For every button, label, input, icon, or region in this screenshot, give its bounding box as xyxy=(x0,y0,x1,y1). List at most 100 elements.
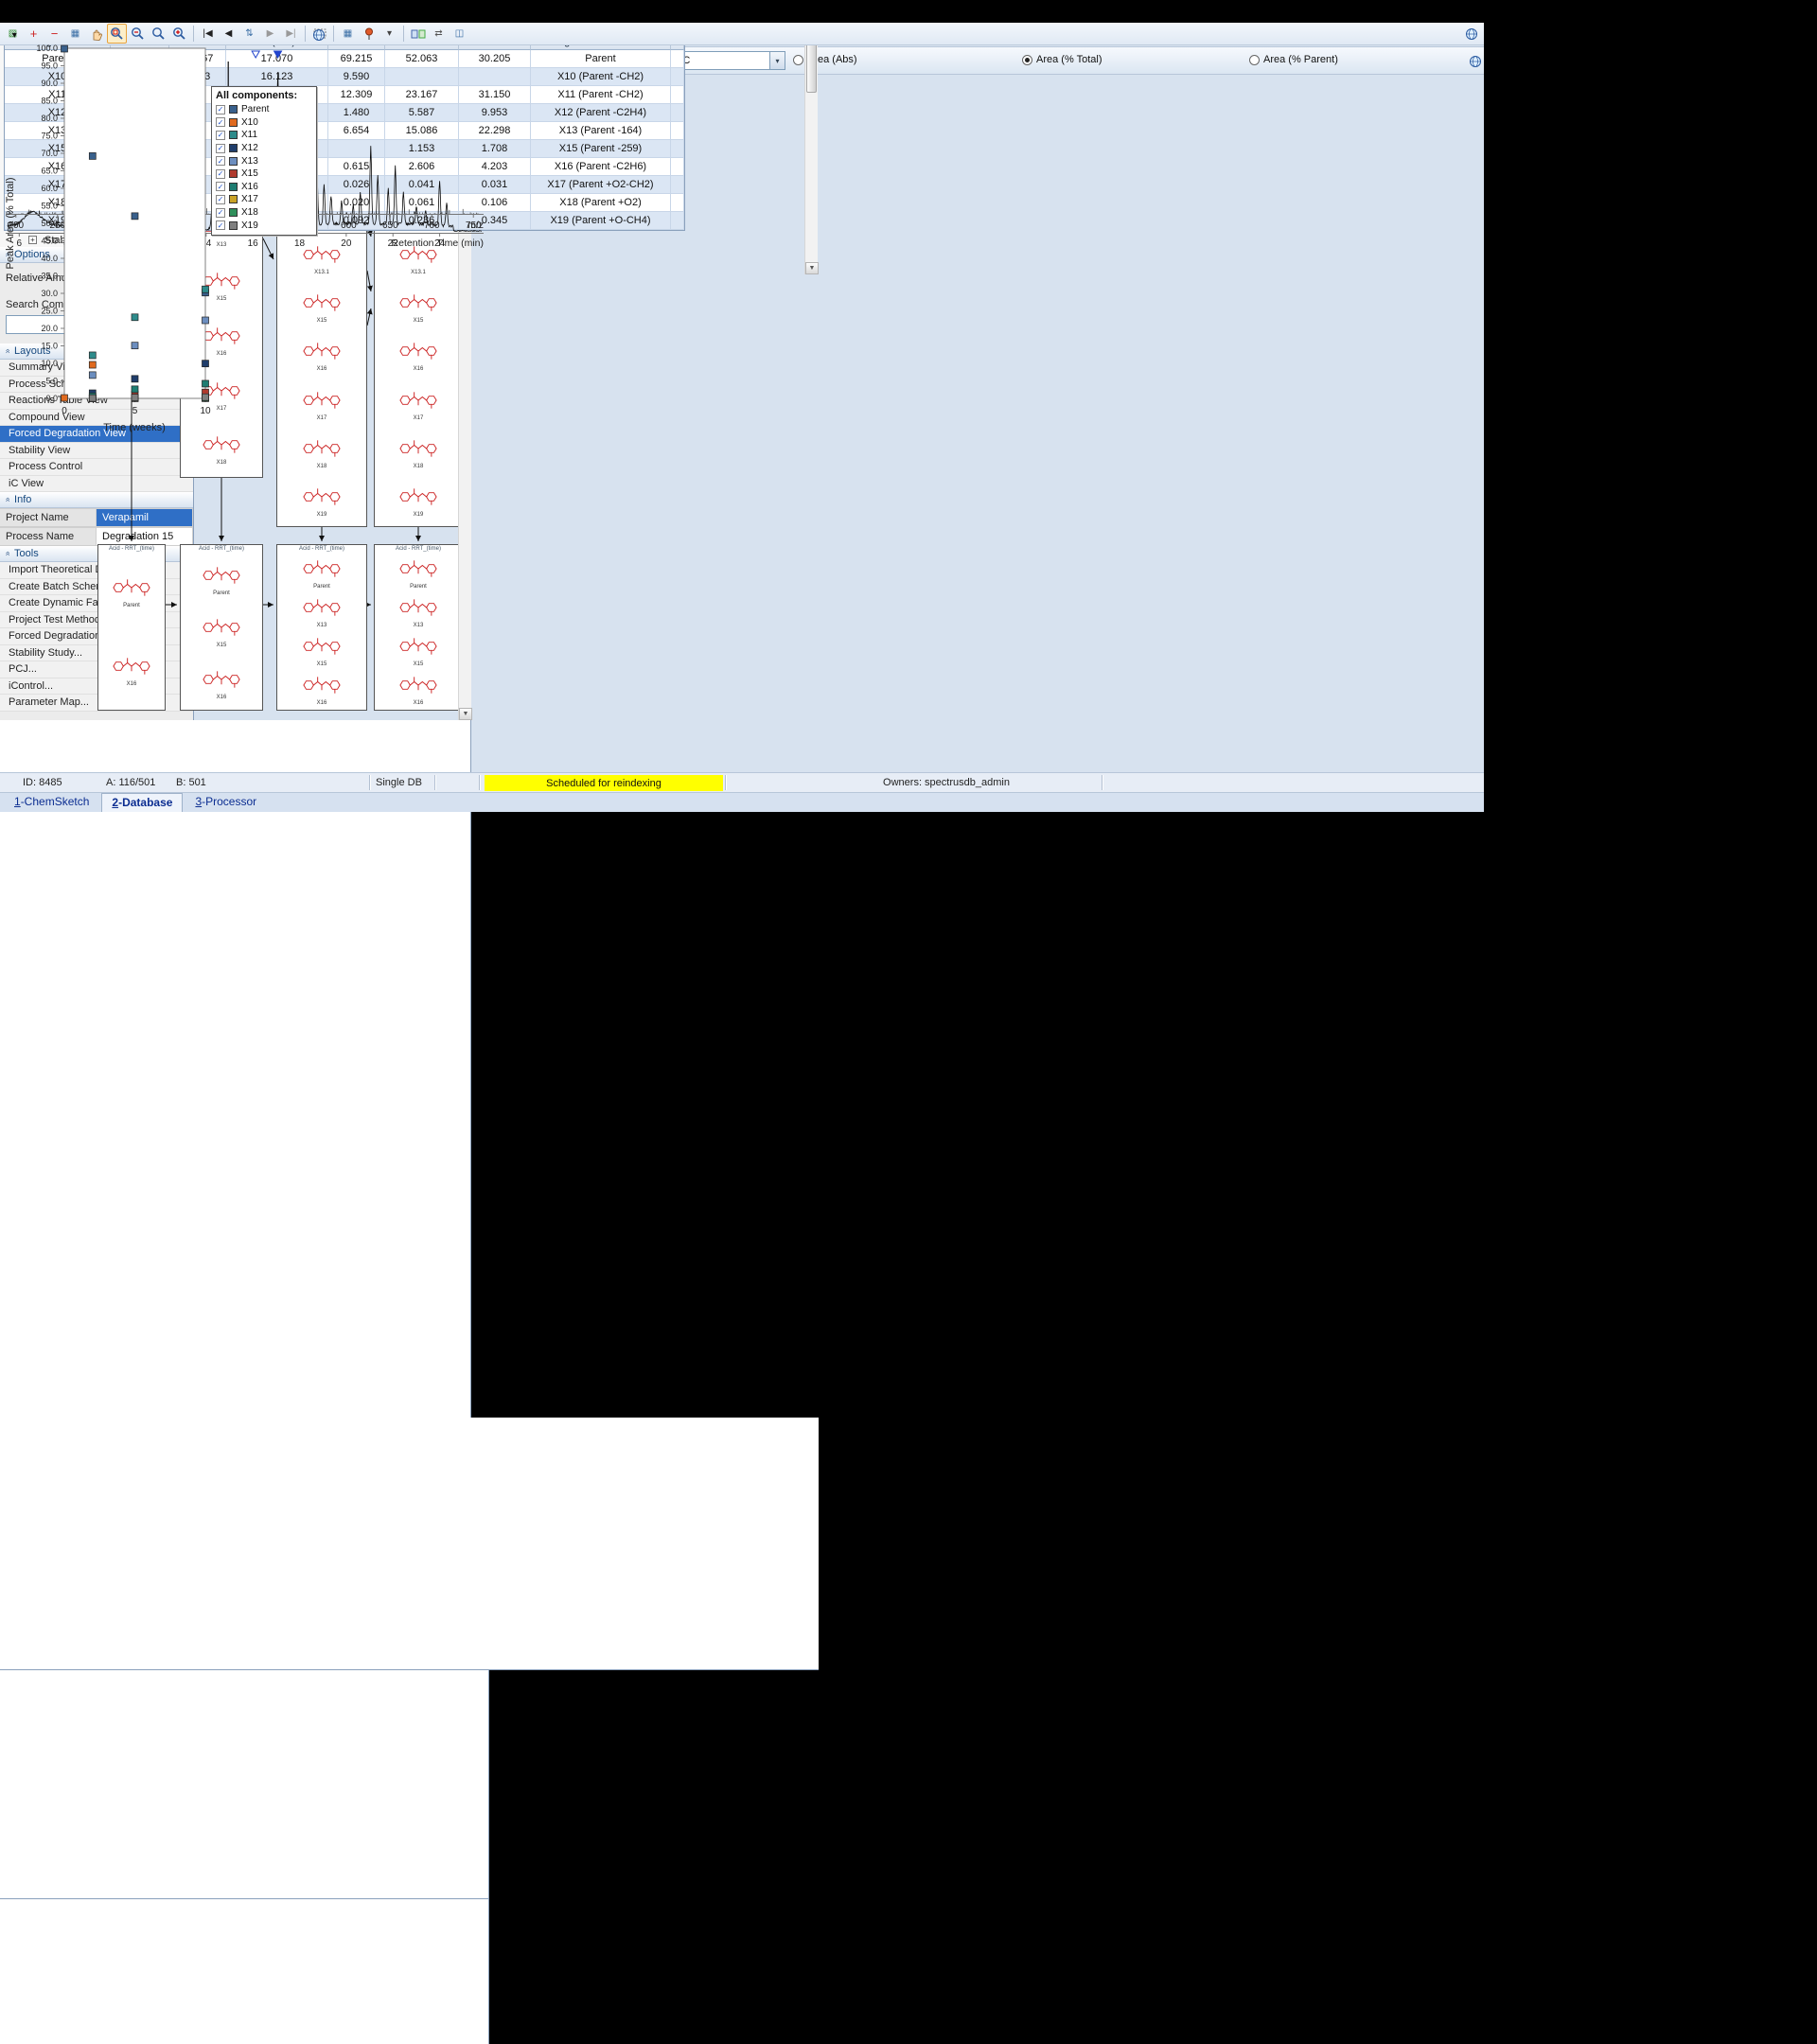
tab-label: -Processor xyxy=(202,795,256,808)
legend-swatch xyxy=(229,195,238,203)
svg-text:m/z: m/z xyxy=(467,220,484,231)
legend-checkbox[interactable]: ✓ xyxy=(216,195,225,204)
cell-filler xyxy=(671,50,684,68)
cell-degradant-full-name: X10 (Parent -CH2) xyxy=(531,68,671,86)
separator xyxy=(403,26,404,42)
legend-item-parent[interactable]: ✓ Parent xyxy=(216,103,312,116)
legend-checkbox[interactable]: ✓ xyxy=(216,182,225,191)
radio-circle-icon[interactable] xyxy=(793,55,803,65)
legend-item-x19[interactable]: ✓X19 xyxy=(216,219,312,232)
svg-text:85.0: 85.0 xyxy=(41,97,58,106)
legend-checkbox[interactable]: ✓ xyxy=(216,208,225,218)
legend-checkbox[interactable]: ✓ xyxy=(216,131,225,140)
svg-text:30.0: 30.0 xyxy=(41,289,58,298)
legend-rows: ✓Parent✓X10✓X11✓X12✓X13✓X15✓X16✓X17✓X18✓… xyxy=(216,103,312,232)
legend-checkbox[interactable]: ✓ xyxy=(216,156,225,166)
legend-swatch xyxy=(229,221,238,230)
cell-filler xyxy=(671,158,684,176)
area-parent-radio[interactable]: Area (% Parent) xyxy=(1249,54,1338,65)
spec-annotation-pin-icon[interactable] xyxy=(359,24,379,44)
legend-checkbox[interactable]: ✓ xyxy=(216,169,225,179)
legend-item-x17[interactable]: ✓X17 xyxy=(216,193,312,206)
legend-item-x11[interactable]: ✓ X11 xyxy=(216,129,312,142)
status-divider xyxy=(434,775,435,790)
xic-value: XIC xyxy=(673,55,769,66)
svg-text:90.0: 90.0 xyxy=(41,79,58,88)
scroll-down-icon[interactable]: ▼ xyxy=(805,262,819,274)
svg-text:15.0: 15.0 xyxy=(41,342,58,351)
radio-circle-icon[interactable] xyxy=(1249,55,1260,65)
cell-degradant-full-name: X11 (Parent -CH2) xyxy=(531,86,671,104)
owners-label: Owners: spectrusdb_admin xyxy=(814,777,1079,788)
svg-text:Time (weeks): Time (weeks) xyxy=(103,422,166,433)
svg-text:95.0: 95.0 xyxy=(41,62,58,71)
legend-label: X15 xyxy=(241,168,258,179)
spec-globe-icon[interactable] xyxy=(1461,24,1481,44)
record-id-label: ID: 8485 xyxy=(23,777,62,788)
legend-checkbox[interactable]: ✓ xyxy=(216,144,225,153)
cell-degradant-full-name: X13 (Parent -164) xyxy=(531,122,671,140)
legend-label: X13 xyxy=(241,156,258,167)
tab-1-chemsketch[interactable]: 1-ChemSketch xyxy=(4,792,99,812)
spec-options-caret-icon[interactable]: ▾ xyxy=(379,24,399,44)
svg-text:60.0: 60.0 xyxy=(41,184,58,193)
cell-degradant-full-name: X12 (Parent -C2H4) xyxy=(531,104,671,122)
area-abs-radio[interactable]: Area (Abs) xyxy=(793,54,857,65)
svg-text:75.0: 75.0 xyxy=(41,132,58,141)
cell-filler xyxy=(671,194,684,212)
module-tab-bar: 1-ChemSketch2-Database3-Processor xyxy=(0,792,1484,812)
chevron-down-icon[interactable]: ▾ xyxy=(769,52,785,69)
table-scrollbar[interactable]: ▲ ▼ xyxy=(804,23,818,274)
svg-text:65.0: 65.0 xyxy=(41,167,58,176)
legend-swatch xyxy=(229,183,238,191)
svg-text:55.0: 55.0 xyxy=(41,202,58,211)
cell-filler xyxy=(671,140,684,158)
spec-compare-icon[interactable]: ⇄ xyxy=(429,24,449,44)
cell-degradant-full-name: X16 (Parent -C2H6) xyxy=(531,158,671,176)
spec-data-table-icon[interactable]: ▦ xyxy=(338,24,358,44)
spec-overlay-tables-icon[interactable] xyxy=(408,24,428,44)
spectrum-panel: ▧+−▦|◀◀⇅▶▶|▦▾⇄◫ 200250300350400450500550… xyxy=(0,1899,489,2044)
legend-item-x15[interactable]: ✓ X15 xyxy=(216,167,312,181)
tab-label: -Database xyxy=(118,796,172,809)
legend-item-x18[interactable]: ✓ X18 xyxy=(216,206,312,220)
radio-circle-icon[interactable] xyxy=(1022,55,1032,65)
svg-text:10: 10 xyxy=(200,406,211,416)
legend-swatch xyxy=(229,169,238,178)
legend-label: X10 xyxy=(241,117,258,128)
tab-2-database[interactable]: 2-Database xyxy=(101,793,183,812)
legend-label: X18 xyxy=(241,207,258,218)
legend-swatch xyxy=(229,105,238,114)
legend-checkbox[interactable]: ✓ xyxy=(216,220,225,230)
legend-swatch xyxy=(229,208,238,217)
legend-checkbox[interactable]: ✓ xyxy=(216,105,225,115)
components-legend: All components: ✓Parent✓X10✓X11✓X12✓X13✓… xyxy=(211,86,317,236)
svg-text:20.0: 20.0 xyxy=(41,324,58,333)
legend-label: X16 xyxy=(241,182,258,192)
legend-label: X11 xyxy=(241,130,257,140)
legend-item-x16[interactable]: ✓ X16 xyxy=(216,181,312,194)
spec-split-view-icon[interactable]: ◫ xyxy=(450,24,469,44)
svg-text:100.0: 100.0 xyxy=(36,44,58,53)
tab-label: -ChemSketch xyxy=(21,795,90,808)
legend-label: Parent xyxy=(241,104,269,115)
status-divider xyxy=(479,775,480,790)
degradation-scheme-canvas[interactable]: VerapamilParent0: RRT=t0 - Rel_(time)Par… xyxy=(0,720,471,1418)
reindex-status-badge: Scheduled for reindexing xyxy=(485,775,723,791)
database-mode-label: Single DB xyxy=(376,777,422,788)
legend-item-x10[interactable]: ✓ X10 xyxy=(216,116,312,130)
cell-filler xyxy=(671,176,684,194)
cell-filler xyxy=(671,122,684,140)
cell-filler xyxy=(671,86,684,104)
legend-item-x12[interactable]: ✓X12 xyxy=(216,142,312,155)
svg-text:50.0: 50.0 xyxy=(41,219,58,228)
status-divider xyxy=(1102,775,1103,790)
svg-text:10.0: 10.0 xyxy=(41,359,58,368)
legend-checkbox[interactable]: ✓ xyxy=(216,117,225,127)
legend-item-x13[interactable]: ✓ X13 xyxy=(216,154,312,167)
area-total-radio[interactable]: Area (% Total) xyxy=(1022,54,1103,65)
tab-3-processor[interactable]: 3-Processor xyxy=(185,792,267,812)
globe-icon[interactable] xyxy=(1465,51,1486,72)
xic-select[interactable]: XIC ▾ xyxy=(668,51,785,70)
radio-label: Area (% Parent) xyxy=(1263,54,1338,65)
